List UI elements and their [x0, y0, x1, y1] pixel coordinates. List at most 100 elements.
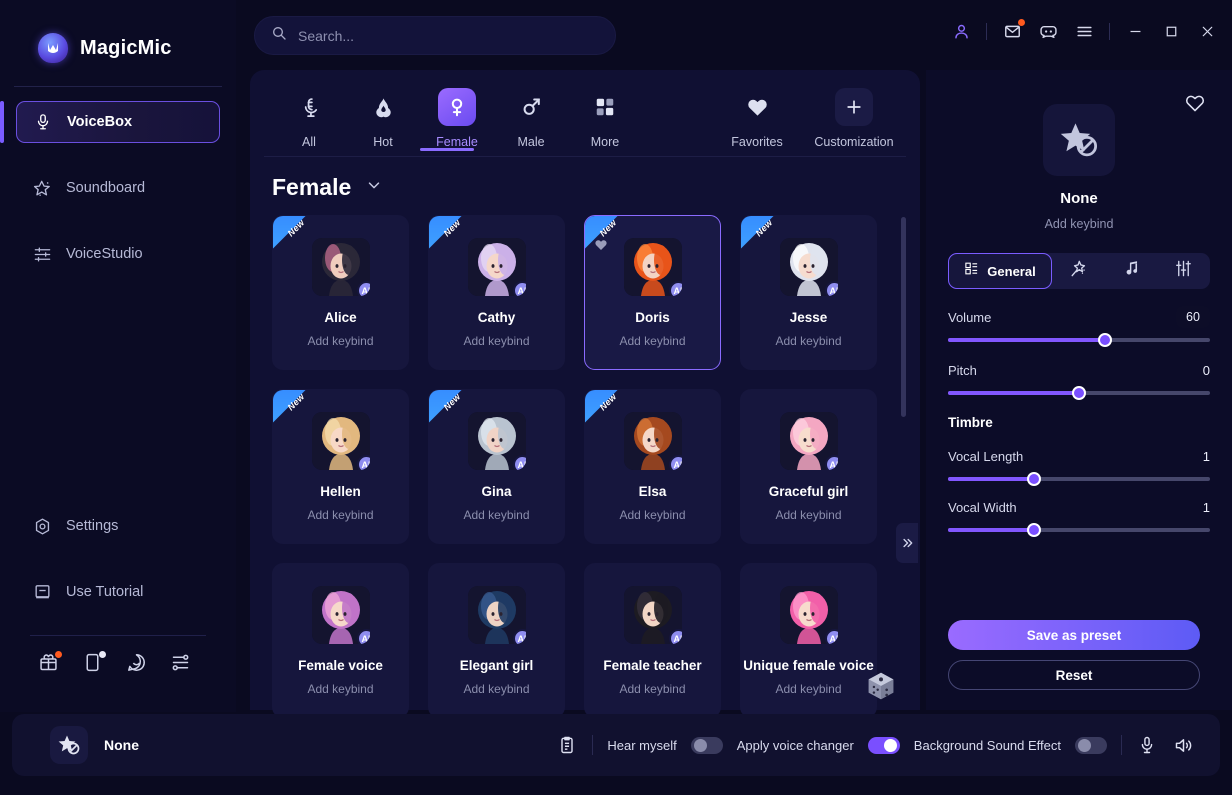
- voice-card[interactable]: NewAIDorisAdd keybind: [584, 215, 721, 370]
- category-tab-label: Customization: [814, 135, 894, 149]
- voice-card[interactable]: NewAIAliceAdd keybind: [272, 215, 409, 370]
- voice-card-keybind[interactable]: Add keybind: [775, 682, 841, 696]
- voice-card-keybind[interactable]: Add keybind: [307, 508, 373, 522]
- voice-card[interactable]: AI Graceful girl Add keybind: [740, 389, 877, 544]
- mobile-device-icon[interactable]: [82, 651, 106, 674]
- ai-badge: AI: [356, 455, 370, 470]
- slider-track[interactable]: [948, 333, 1210, 347]
- sidebar-item-soundboard[interactable]: Soundboard: [16, 167, 220, 209]
- background-sound-label: Background Sound Effect: [913, 737, 1061, 753]
- category-tab-hot[interactable]: Hot: [346, 88, 420, 149]
- voice-card[interactable]: AI Female teacher Add keybind: [584, 563, 721, 715]
- titlebar-actions: [950, 19, 1218, 42]
- sidebar-item-voicebox[interactable]: VoiceBox: [0, 101, 220, 143]
- slider-label: Volume: [948, 309, 992, 325]
- voice-card-keybind[interactable]: Add keybind: [463, 508, 529, 522]
- favorite-toggle-icon[interactable]: [1184, 92, 1206, 119]
- inspector-panel: None Add keybind General Volume 60 Pitch…: [926, 70, 1232, 710]
- voice-card-keybind[interactable]: Add keybind: [775, 508, 841, 522]
- category-tab-more[interactable]: More: [568, 88, 642, 149]
- chat-bubble-icon[interactable]: [126, 652, 148, 674]
- search-input[interactable]: [298, 27, 588, 44]
- voice-card-keybind[interactable]: Add keybind: [775, 334, 841, 348]
- voice-card[interactable]: AI Female voice Add keybind: [272, 563, 409, 715]
- ai-badge: AI: [824, 455, 838, 470]
- page-title: Female: [272, 174, 352, 200]
- discord-icon[interactable]: [1037, 20, 1059, 42]
- category-tab-all[interactable]: All: [272, 88, 346, 149]
- preset-keybind[interactable]: Add keybind: [926, 217, 1232, 231]
- voice-card[interactable]: AI Elegant girl Add keybind: [428, 563, 565, 715]
- slider-knob[interactable]: [1098, 333, 1113, 347]
- dice-icon[interactable]: [864, 669, 898, 703]
- slider-knob[interactable]: [1027, 523, 1042, 537]
- grid-squares-icon: [586, 88, 624, 126]
- microphone-icon[interactable]: [1136, 734, 1158, 756]
- statusbar-separator: [1121, 735, 1122, 755]
- category-tab-male[interactable]: Male: [494, 88, 568, 149]
- mail-envelope-icon[interactable]: [1001, 19, 1025, 42]
- collapse-panel-button[interactable]: [896, 523, 918, 563]
- voice-card[interactable]: NewAIGinaAdd keybind: [428, 389, 565, 544]
- speaker-icon[interactable]: [1172, 734, 1194, 756]
- category-tab-favorites[interactable]: Favorites: [720, 88, 794, 149]
- slider-knob[interactable]: [1072, 386, 1086, 400]
- save-as-preset-button[interactable]: Save as preset: [948, 620, 1200, 650]
- avatar: AI: [779, 586, 838, 644]
- voice-card-keybind[interactable]: Add keybind: [307, 334, 373, 348]
- category-tab-label: Hot: [373, 135, 393, 149]
- tab-equalizer[interactable]: [1157, 259, 1210, 283]
- slider-volume: Volume 60: [948, 306, 1210, 347]
- search-bar[interactable]: [254, 16, 616, 55]
- reset-button[interactable]: Reset: [948, 660, 1200, 690]
- close-icon[interactable]: [1196, 20, 1218, 42]
- voice-card-name: Female teacher: [603, 658, 702, 673]
- star-none-icon: [1043, 104, 1115, 176]
- voice-card[interactable]: NewAICathyAdd keybind: [428, 215, 565, 370]
- voice-card[interactable]: NewAIHellenAdd keybind: [272, 389, 409, 544]
- voice-card-keybind[interactable]: Add keybind: [619, 334, 685, 348]
- tab-magic-wand[interactable]: [1052, 259, 1105, 283]
- category-tab-customization[interactable]: Customization: [806, 88, 902, 149]
- voice-card-keybind[interactable]: Add keybind: [463, 334, 529, 348]
- voice-card[interactable]: AI Unique female voice Add keybind: [740, 563, 877, 715]
- sidebar-item-settings[interactable]: Settings: [16, 505, 220, 547]
- maximize-icon[interactable]: [1160, 20, 1182, 42]
- apply-voice-changer-label: Apply voice changer: [736, 737, 854, 753]
- voice-card-keybind[interactable]: Add keybind: [619, 508, 685, 522]
- hamburger-menu-icon[interactable]: [1073, 20, 1095, 42]
- slider-group-timbre: Vocal Length 1 Vocal Width 1: [926, 446, 1232, 537]
- slider-track[interactable]: [948, 472, 1210, 486]
- tab-general[interactable]: General: [948, 253, 1052, 289]
- tab-music[interactable]: [1105, 259, 1158, 283]
- gift-box-icon[interactable]: [38, 651, 62, 674]
- category-tab-female[interactable]: Female: [420, 88, 494, 149]
- clipboard-icon[interactable]: [556, 734, 578, 756]
- sidebar-item-voicestudio[interactable]: VoiceStudio: [16, 233, 220, 275]
- toggle-knob: [1078, 738, 1091, 752]
- user-account-icon[interactable]: [950, 20, 972, 42]
- app-title: MagicMic: [80, 36, 172, 59]
- apply-voice-changer-toggle[interactable]: [867, 736, 900, 754]
- slider-track[interactable]: [948, 523, 1210, 537]
- slider-label: Vocal Length: [948, 448, 1024, 464]
- slider-label: Vocal Width: [948, 499, 1017, 515]
- voice-card-keybind[interactable]: Add keybind: [619, 682, 685, 696]
- slider-track[interactable]: [948, 386, 1210, 400]
- voice-card[interactable]: NewAIElsaAdd keybind: [584, 389, 721, 544]
- share-nodes-icon[interactable]: [170, 652, 192, 674]
- background-sound-toggle[interactable]: [1075, 736, 1107, 754]
- slider-knob[interactable]: [1027, 472, 1042, 486]
- hear-myself-toggle[interactable]: [690, 736, 723, 754]
- voice-card-keybind[interactable]: Add keybind: [307, 682, 373, 696]
- sidebar-item-use-tutorial[interactable]: Use Tutorial: [16, 571, 220, 613]
- heart-icon[interactable]: [594, 238, 608, 257]
- search-icon: [271, 25, 287, 46]
- avatar: AI: [467, 412, 526, 470]
- voice-card-keybind[interactable]: Add keybind: [463, 682, 529, 696]
- grid-scrollbar[interactable]: [901, 217, 906, 417]
- chevron-down-icon[interactable]: [365, 176, 383, 199]
- minimize-icon[interactable]: [1124, 20, 1146, 42]
- voice-card[interactable]: NewAIJesseAdd keybind: [740, 215, 877, 370]
- sidebar-item-label: VoiceStudio: [66, 246, 143, 262]
